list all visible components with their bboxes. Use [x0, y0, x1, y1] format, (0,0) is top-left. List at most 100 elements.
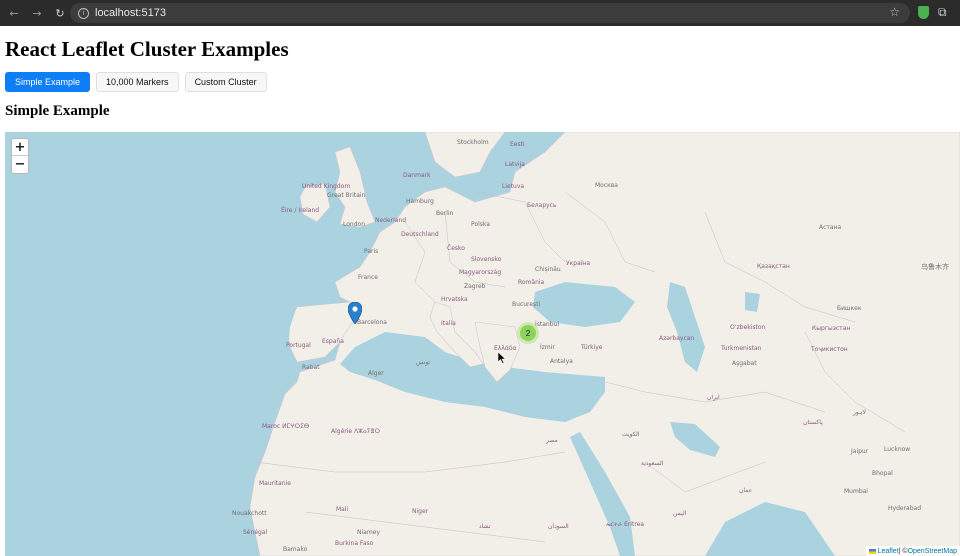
map-label: Burkina Faso [335, 540, 374, 547]
reload-icon[interactable]: ↻ [52, 5, 68, 21]
map-label: Mumbai [844, 488, 868, 495]
attribution-separator: | © [898, 547, 908, 555]
map-container[interactable]: Stockholm Eesti Latvija Danmark Lietuva … [5, 132, 960, 556]
map-label: Éire / Ireland [281, 207, 320, 214]
map-label: Rabat [302, 364, 320, 371]
tab-10000-markers[interactable]: 10,000 Markers [96, 72, 179, 92]
map-label: Бишкек [837, 305, 862, 312]
map-label: Chișinău [535, 266, 561, 273]
map-label: España [322, 338, 344, 345]
browser-toolbar: ← → ↻ i localhost:5173 ☆ ⧉ [0, 0, 960, 26]
map-label: Slovensko [471, 256, 502, 263]
map-label: Algérie ⴷⵣⴰⵢⴻⵔ [331, 428, 380, 435]
map-label: France [358, 274, 378, 281]
tab-simple-example[interactable]: Simple Example [5, 72, 91, 92]
cluster-count: 2 [520, 325, 536, 341]
map-label: Danmark [403, 172, 431, 179]
map-label: Azərbaycan [659, 335, 695, 342]
openstreetmap-link[interactable]: OpenStreetMap [908, 548, 957, 555]
star-icon[interactable]: ☆ [889, 5, 900, 19]
map-label: Қазақстан [757, 263, 790, 270]
ukraine-flag-icon [868, 548, 876, 554]
map-label: Niger [412, 508, 429, 515]
zoom-out-button[interactable]: − [12, 156, 28, 173]
map-label: Portugal [286, 342, 311, 349]
extension-shield-icon[interactable] [918, 6, 929, 19]
map-label: Sénégal [243, 529, 268, 536]
map-label: اليمن [673, 510, 687, 517]
map-label: Hamburg [406, 198, 434, 205]
zoom-in-button[interactable]: + [12, 139, 28, 156]
map-label: Latvija [505, 161, 525, 168]
map-label: Zagreb [464, 283, 486, 290]
map-label: România [518, 279, 545, 286]
map-label: Hrvatska [441, 296, 468, 303]
map-attribution: Leaflet | © OpenStreetMap [865, 546, 960, 556]
map-label: Magyarország [459, 269, 502, 276]
map-label: مصر [546, 437, 558, 444]
example-tabs: Simple Example 10,000 Markers Custom Clu… [5, 72, 267, 92]
map-label: الكويت [622, 431, 640, 438]
back-arrow-icon[interactable]: ← [6, 5, 22, 21]
map-label: Aşgabat [732, 360, 757, 367]
tab-custom-cluster[interactable]: Custom Cluster [184, 72, 267, 92]
map-label: السعودية [641, 460, 664, 467]
map-label: Астана [819, 224, 842, 231]
map-label: Кыргызстан [812, 325, 851, 332]
map-label: Česko [447, 245, 465, 252]
map-label: Lietuva [502, 183, 525, 190]
map-label: تونس [416, 359, 431, 366]
map-label: Mali [336, 506, 349, 513]
url-text[interactable]: localhost:5173 [95, 7, 166, 19]
map-label: Deutschland [401, 231, 439, 238]
map-label: Bhopal [872, 470, 893, 477]
map-label: United Kingdom [302, 183, 351, 190]
map-label: Alger [368, 370, 384, 377]
map-marker-icon[interactable] [348, 302, 362, 324]
leaflet-link[interactable]: Leaflet [878, 548, 899, 555]
map-label: تشاد [479, 523, 491, 530]
map-label: 乌鲁木齐 [921, 263, 949, 271]
map-label: ایران [707, 394, 720, 401]
forward-arrow-icon[interactable]: → [29, 5, 45, 21]
map-label: Nederland [375, 217, 407, 224]
map-label: ኤርትራ Eritrea [606, 521, 645, 528]
map-label: Turkmenistan [721, 345, 762, 352]
map-label: Antalya [550, 358, 573, 365]
map-label: Lucknow [884, 446, 911, 453]
marker-cluster[interactable]: 2 [517, 322, 539, 344]
map-label: السودان [548, 523, 569, 530]
map-label: Maroc ⵍⵎⵖⵔⵉⴱ [262, 423, 310, 430]
map-label: Mauritanie [259, 480, 291, 487]
puzzle-icon[interactable]: ⧉ [938, 5, 947, 20]
map-label: Тоҷикистон [811, 346, 848, 353]
map-label: Jaipur [851, 448, 869, 455]
map-label: Україна [566, 260, 591, 267]
map-label: Berlin [436, 210, 454, 217]
address-bar[interactable]: i localhost:5173 ☆ [70, 3, 910, 23]
map-label: لاہور [853, 409, 866, 416]
map-label: Oʻzbekiston [730, 324, 766, 331]
map-label: Türkiye [581, 344, 603, 351]
map-label: Ελλάδα [494, 345, 517, 352]
map-label: Great Britain [327, 192, 366, 199]
map-label: Hyderabad [888, 505, 921, 512]
map-label: Polska [471, 221, 490, 228]
map-label: Беларусь [527, 202, 557, 209]
mouse-cursor-icon [498, 352, 506, 364]
page-title: React Leaflet Cluster Examples [5, 37, 289, 61]
map-label: İzmir [540, 344, 555, 351]
map-label: Stockholm [457, 139, 489, 146]
map-label: Bamako [283, 546, 308, 553]
info-icon[interactable]: i [78, 7, 89, 19]
map-label: București [512, 301, 541, 308]
zoom-control: + − [11, 138, 29, 174]
map-label: Nouakchott [232, 510, 267, 517]
map-label: İstanbul [535, 321, 560, 328]
map-label: London [343, 221, 365, 228]
map-label: Москва [595, 182, 618, 189]
map-label: Paris [364, 248, 379, 255]
map-label: پاکستان [803, 419, 823, 426]
map-tiles [5, 132, 960, 556]
section-title: Simple Example [5, 103, 110, 119]
